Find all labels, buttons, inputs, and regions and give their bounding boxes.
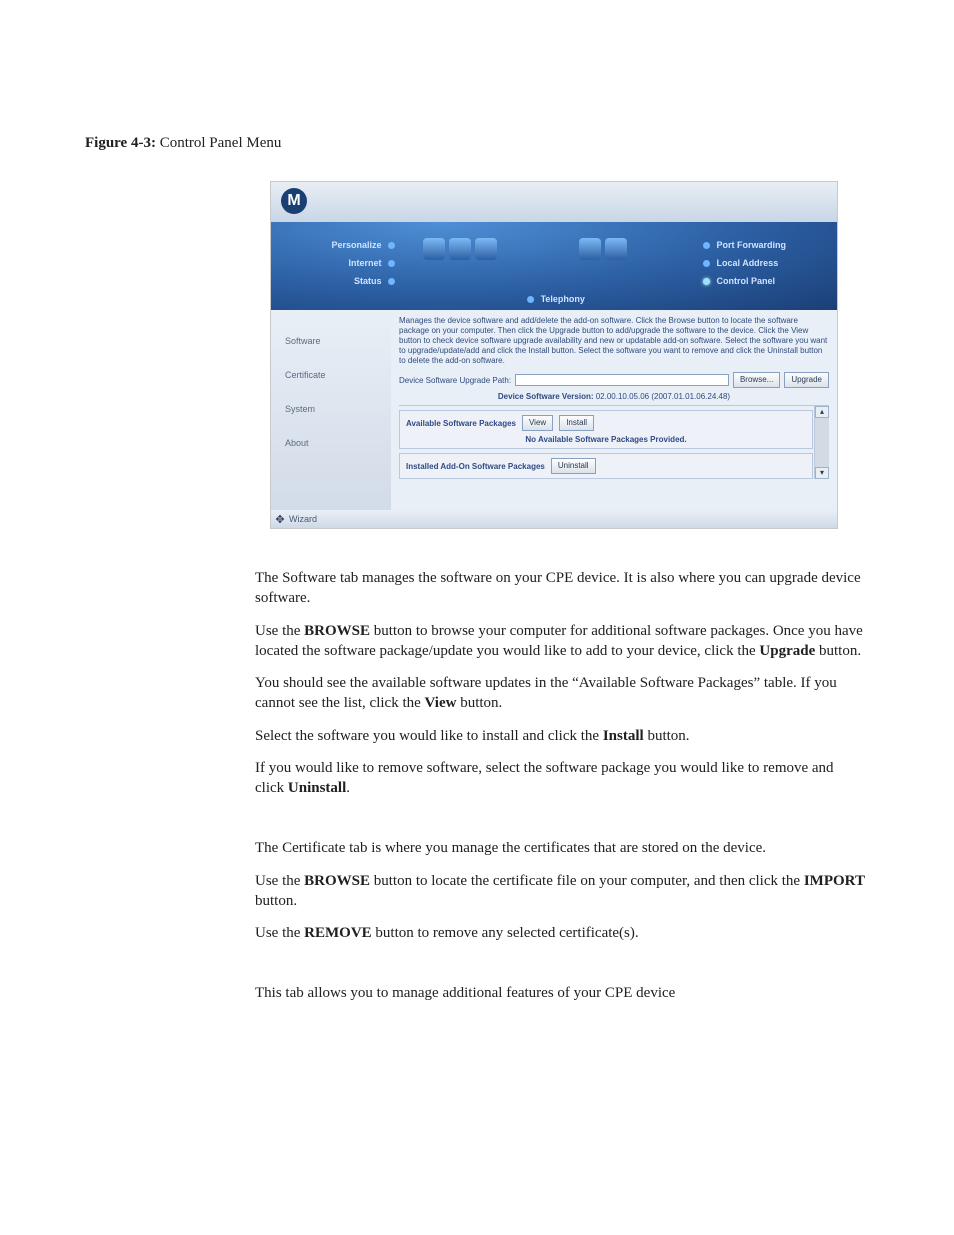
- para-browse-upgrade: Use the BROWSE button to browse your com…: [255, 621, 865, 662]
- nav-item-port-forwarding[interactable]: Port Forwarding: [699, 240, 819, 250]
- nav-dot-icon: [388, 242, 395, 249]
- motorola-logo-icon: M: [281, 188, 307, 214]
- install-button[interactable]: Install: [559, 415, 594, 431]
- nav-item-status[interactable]: Status: [289, 276, 399, 286]
- figure-caption: Figure 4-3: Control Panel Menu: [85, 135, 869, 152]
- nav-dot-icon: [703, 260, 710, 267]
- nav-item-internet[interactable]: Internet: [289, 258, 399, 268]
- nav-item-control-panel[interactable]: Control Panel: [699, 276, 819, 286]
- scroll-down-icon[interactable]: ▾: [815, 467, 829, 479]
- para-remove: Use the REMOVE button to remove any sele…: [255, 923, 865, 943]
- nav-dot-icon: [527, 296, 534, 303]
- nav-icons-left: [421, 236, 501, 274]
- upgrade-button[interactable]: Upgrade: [784, 372, 829, 388]
- available-packages-title: Available Software Packages: [406, 419, 516, 428]
- nav-item-telephony[interactable]: Telephony: [523, 294, 585, 304]
- para-uninstall: If you would like to remove software, se…: [255, 758, 865, 799]
- vertical-scrollbar[interactable]: ▴ ▾: [814, 406, 829, 479]
- para-system-intro: This tab allows you to manage additional…: [255, 983, 865, 1003]
- document-body-text: The Software tab manages the software on…: [255, 568, 865, 1004]
- view-button[interactable]: View: [522, 415, 553, 431]
- upgrade-path-label: Device Software Upgrade Path:: [399, 376, 511, 385]
- shot-top-nav: Personalize Internet Status Telephony Po…: [271, 222, 837, 310]
- figure-label: Figure 4-3:: [85, 135, 156, 151]
- nav-item-local-address[interactable]: Local Address: [699, 258, 819, 268]
- version-value: 02.00.10.05.06 (2007.01.01.06.24.48): [596, 392, 730, 401]
- software-description: Manages the device software and add/dele…: [399, 316, 829, 366]
- nav-dot-icon: [388, 260, 395, 267]
- shot-main-panel: Manages the device software and add/dele…: [391, 310, 837, 510]
- para-certificate-intro: The Certificate tab is where you manage …: [255, 838, 865, 858]
- nav-icons-right: [577, 236, 657, 274]
- figure-title: Control Panel Menu: [156, 135, 281, 151]
- installed-packages-title: Installed Add-On Software Packages: [406, 462, 545, 471]
- version-label: Device Software Version:: [498, 392, 594, 401]
- wizard-icon[interactable]: ✥: [271, 510, 289, 528]
- scroll-up-icon[interactable]: ▴: [815, 406, 829, 418]
- shot-footer: ✥ Wizard: [271, 510, 837, 528]
- available-packages-empty-msg: No Available Software Packages Provided.: [406, 435, 806, 444]
- available-packages-panel: Available Software Packages View Install…: [399, 410, 813, 449]
- sidebar-tab-software[interactable]: Software: [271, 324, 391, 358]
- nav-item-personalize[interactable]: Personalize: [289, 240, 399, 250]
- screenshot-control-panel: M Personalize Internet Status Telephony …: [271, 182, 837, 528]
- para-browse-import: Use the BROWSE button to locate the cert…: [255, 871, 865, 912]
- nav-dot-active-icon: [703, 278, 710, 285]
- browse-button[interactable]: Browse...: [733, 372, 780, 388]
- upgrade-path-input[interactable]: [515, 374, 729, 386]
- shot-sidebar: Software Certificate System About: [271, 310, 391, 510]
- installed-packages-panel: Installed Add-On Software Packages Unins…: [399, 453, 813, 479]
- wizard-link[interactable]: Wizard: [289, 514, 317, 524]
- sidebar-tab-about[interactable]: About: [271, 426, 391, 460]
- para-install: Select the software you would like to in…: [255, 726, 865, 746]
- sidebar-tab-system[interactable]: System: [271, 392, 391, 426]
- sidebar-tab-certificate[interactable]: Certificate: [271, 358, 391, 392]
- para-software-intro: The Software tab manages the software on…: [255, 568, 865, 609]
- uninstall-button[interactable]: Uninstall: [551, 458, 596, 474]
- shot-titlebar: M: [271, 182, 837, 222]
- nav-dot-icon: [388, 278, 395, 285]
- nav-dot-icon: [703, 242, 710, 249]
- para-view: You should see the available software up…: [255, 673, 865, 714]
